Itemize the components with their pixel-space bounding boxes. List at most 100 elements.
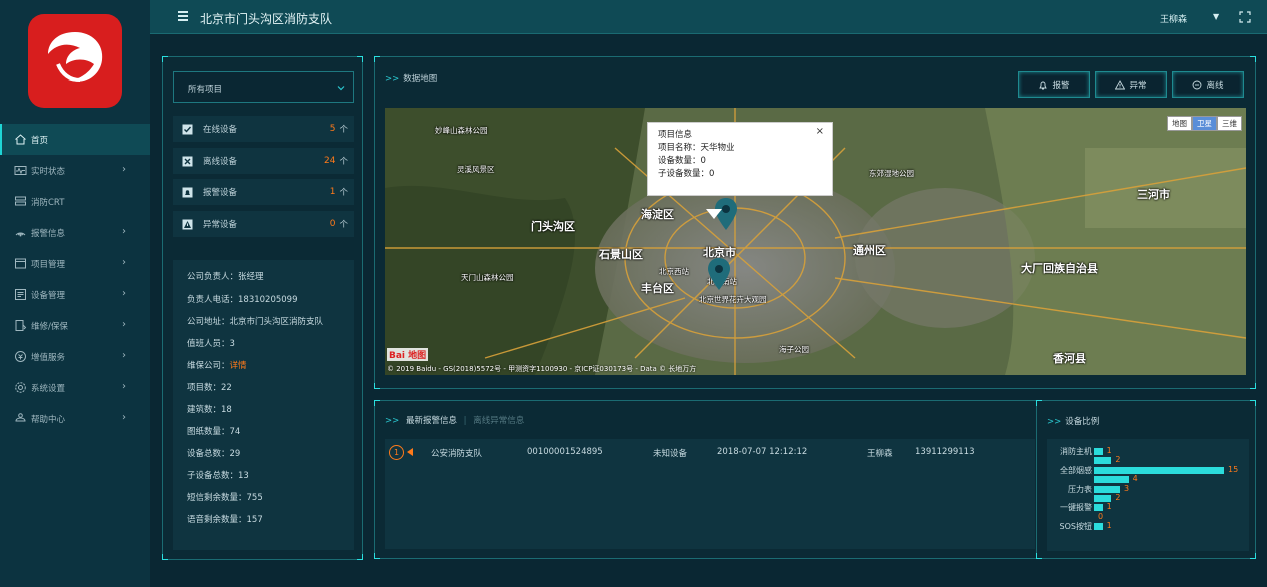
- chevron-right-icon: ›: [122, 257, 126, 268]
- panel-corner: [162, 554, 168, 560]
- alarm-filter-button[interactable]: 报警: [1018, 71, 1090, 98]
- bar-value-label: 1: [1106, 502, 1112, 512]
- sidebar-item-1[interactable]: 实时状态 ›: [0, 155, 150, 186]
- chevron-right-icon: ›: [122, 381, 126, 392]
- company-info: 公司负责人：张经理 负责人电话：18310205099 公司地址：北京市门头沟区…: [173, 260, 354, 550]
- map-label-lingshui: 灵溪风景区: [457, 165, 495, 174]
- fullscreen-icon[interactable]: [1239, 11, 1251, 23]
- map-label-shijingshan: 石景山区: [599, 248, 643, 261]
- device-status-row[interactable]: 离线设备 24 个: [173, 148, 354, 174]
- gear-icon: [15, 382, 26, 393]
- bar-value-label: 15: [1228, 464, 1239, 474]
- sms-remaining: 短信剩余数量：755: [187, 493, 263, 503]
- double-chevron-icon: >>: [1047, 417, 1062, 427]
- sidebar-item-5[interactable]: 设备管理 ›: [0, 279, 150, 310]
- tab-offline-abnormal[interactable]: 离线异常信息: [473, 416, 524, 426]
- map-label-miaofeng: 妙峰山森林公园: [435, 126, 488, 135]
- popup-subdevice-count: 子设备数量：0: [658, 169, 715, 179]
- bar-category-label: 一键报警: [1060, 503, 1092, 513]
- map-type-satellite[interactable]: 卫星: [1192, 116, 1217, 131]
- drawing-count: 图纸数量：74: [187, 427, 241, 437]
- offline-filter-button[interactable]: 离线: [1172, 71, 1244, 98]
- map-info-popup: 项目信息 项目名称：天华物业 设备数量：0 子设备数量：0 ×: [647, 122, 833, 219]
- sidebar-item-7[interactable]: 增值服务 ›: [0, 341, 150, 372]
- page-title: 北京市门头沟区消防支队: [200, 12, 333, 26]
- bar: [1094, 523, 1103, 531]
- sidebar-item-6[interactable]: 维修/保保 ›: [0, 310, 150, 341]
- panel-corner: [1250, 553, 1256, 559]
- abnormal-filter-button[interactable]: 异常: [1095, 71, 1167, 98]
- panel-corner: [374, 56, 380, 62]
- panel-corner: [1250, 400, 1256, 406]
- device-status-label: 离线设备: [203, 157, 238, 167]
- maintenance-detail-link[interactable]: 详情: [230, 361, 247, 371]
- alarm-row[interactable]: 1 公安消防支队 00100001524895 未知设备 2018-07-07 …: [389, 442, 1029, 462]
- map-label-haidian: 海淀区: [641, 208, 674, 221]
- warning-icon: [1115, 79, 1126, 89]
- bar-value-label: 4: [1132, 474, 1138, 484]
- chevron-right-icon: ›: [122, 288, 126, 299]
- map-marker-icon[interactable]: [708, 258, 730, 290]
- user-name[interactable]: 王柳森: [1160, 12, 1187, 25]
- popup-tail: [706, 209, 722, 219]
- sidebar-item-4[interactable]: 项目管理 ›: [0, 248, 150, 279]
- bar-category-label: 全部烟感: [1060, 465, 1092, 475]
- bar: [1094, 476, 1129, 484]
- bar-value-label: 2: [1115, 455, 1121, 465]
- map-label-sanhe: 三河市: [1137, 188, 1170, 201]
- online-icon: [182, 124, 193, 134]
- sidebar-item-0[interactable]: 首页: [0, 124, 150, 155]
- alarm-pointer-icon: [407, 448, 413, 456]
- user-dropdown-caret-icon[interactable]: ▼: [1213, 12, 1219, 21]
- alarm-index: 1: [389, 444, 404, 460]
- popup-device-count: 设备数量：0: [658, 156, 706, 166]
- bar: [1094, 485, 1120, 493]
- device-status-row[interactable]: 异常设备 0 个: [173, 211, 354, 237]
- sidebar-item-9[interactable]: 帮助中心 ›: [0, 403, 150, 434]
- project-select[interactable]: 所有项目: [173, 71, 354, 103]
- map-label-bjzhan: 北京西站: [659, 267, 689, 276]
- alarm-info-panel: >> 最新报警信息 | 离线异常信息 1 公安消防支队 001000015248…: [374, 400, 1045, 559]
- alarm-device-type: 未知设备: [653, 449, 688, 459]
- monitor-icon: [15, 196, 26, 206]
- tab-latest-alarms[interactable]: 最新报警信息: [406, 416, 457, 426]
- bar: [1094, 495, 1112, 502]
- pulse-icon: [14, 166, 27, 175]
- signal-icon: [15, 232, 26, 237]
- panel-corner: [162, 56, 168, 62]
- bar-value-label: 1: [1106, 446, 1112, 455]
- bar: [1094, 448, 1103, 455]
- satellite-map[interactable]: 妙峰山森林公园 灵溪风景区 门头沟区 石景山区 天门山森林公园 海淀区 北京市 …: [385, 108, 1246, 375]
- menu-toggle-icon[interactable]: [178, 11, 188, 21]
- sidebar-item-3[interactable]: 报警信息 ›: [0, 217, 150, 248]
- warning-icon: [182, 219, 193, 229]
- map-type-3d[interactable]: 三维: [1217, 116, 1242, 131]
- map-type-standard[interactable]: 地图: [1167, 116, 1192, 131]
- minus-circle-icon: [1193, 80, 1202, 89]
- popup-heading: 项目信息: [658, 130, 693, 140]
- bar-value-label: 0: [1098, 511, 1104, 521]
- device-status-row[interactable]: 在线设备 5 个: [173, 116, 354, 142]
- device-total: 设备总数：29: [187, 449, 241, 459]
- chevron-down-icon: [337, 86, 345, 91]
- bar-value-label: 2: [1115, 493, 1121, 502]
- sidebar-item-label: 实时状态: [31, 166, 66, 177]
- map-label-xianghe: 香河县: [1053, 352, 1086, 365]
- close-icon[interactable]: ×: [816, 126, 824, 137]
- bar-category-label: 压力表: [1068, 484, 1092, 494]
- map-type-switch: 地图 卫星 三维: [1167, 116, 1242, 131]
- panel-corner: [374, 383, 380, 389]
- device-status-unit: 个: [339, 220, 348, 230]
- sidebar-item-label: 消防CRT: [31, 197, 65, 208]
- sidebar-item-8[interactable]: 系统设置 ›: [0, 372, 150, 403]
- device-ratio-panel: >> 设备比例 消防主机 1 2 全部烟感 15 4 压力表 3 2 一键报警 1 0 SOS按钮 1: [1036, 400, 1256, 559]
- project-select-value: 所有项目: [188, 85, 223, 95]
- sidebar-item-label: 设备管理: [31, 290, 66, 301]
- wrench-icon: [15, 320, 27, 331]
- leader-phone: 负责人电话：18310205099: [187, 295, 298, 305]
- duty-staff: 值班人员：3: [187, 339, 235, 349]
- device-status-row[interactable]: 报警设备 1 个: [173, 179, 354, 205]
- baidu-logo: Bai 地图: [387, 348, 429, 361]
- ratio-title: >> 设备比例: [1047, 417, 1100, 427]
- sidebar-item-2[interactable]: 消防CRT: [0, 186, 150, 217]
